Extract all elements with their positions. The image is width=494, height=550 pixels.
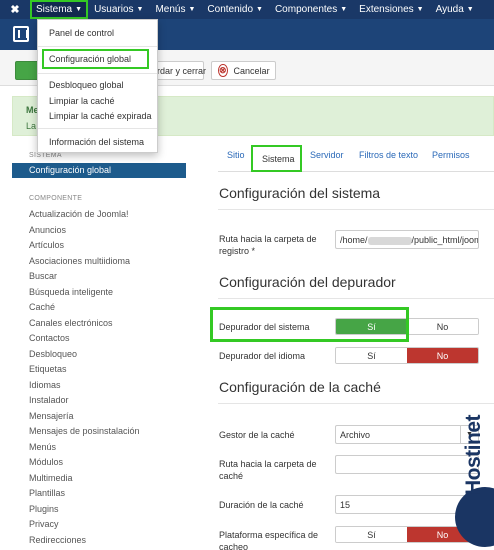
language-debug-yes[interactable]: Sí — [336, 348, 407, 363]
dropdown-item-desbloqueo-global[interactable]: Desbloqueo global — [49, 80, 124, 90]
sidebar-item[interactable]: Asociaciones multiidioma — [29, 256, 130, 266]
section-divider — [218, 298, 494, 299]
caret-down-icon: ▼ — [416, 6, 424, 13]
section-title-debug: Configuración del depurador — [219, 274, 396, 290]
sidebar-item[interactable]: Artículos — [29, 240, 64, 250]
cancel-icon: ⊗ — [218, 64, 228, 77]
language-debug-label: Depurador del idioma — [219, 351, 306, 361]
language-debug-toggle: Sí No — [335, 347, 479, 364]
sidebar-item[interactable]: Módulos — [29, 457, 63, 467]
tab-servidor[interactable]: Servidor — [310, 150, 344, 160]
caret-down-icon: ▼ — [256, 6, 263, 13]
sistema-dropdown-menu: Panel de control Configuración global De… — [37, 19, 158, 153]
cache-path-label: Ruta hacia la carpeta de caché — [219, 459, 317, 481]
menu-extensiones[interactable]: Extensiones ▼ — [353, 0, 429, 19]
dropdown-item-limpiar-cache-expirada[interactable]: Limpiar la caché expirada — [49, 111, 152, 121]
menu-componentes-label: Componentes — [274, 4, 338, 15]
dropdown-divider — [38, 73, 157, 74]
log-path-suffix: /public_html/joomla — [411, 235, 478, 245]
system-debug-no[interactable]: No — [407, 319, 478, 334]
sidebar-item[interactable]: Buscar — [29, 271, 57, 281]
cancel-button-label: Cancelar — [233, 65, 270, 76]
sidebar-header-sistema: SISTEMA — [29, 152, 62, 159]
tab-sitio[interactable]: Sitio — [227, 150, 245, 160]
sidebar-item[interactable]: Anuncios — [29, 225, 66, 235]
settings-page-icon — [13, 26, 29, 42]
cache-handler-value: Archivo — [340, 430, 371, 440]
sidebar-item[interactable]: Búsqueda inteligente — [29, 287, 113, 297]
sidebar-item[interactable]: Idiomas — [29, 380, 61, 390]
sidebar-item[interactable]: Multimedia — [29, 473, 73, 483]
sidebar-item[interactable]: Actualización de Joomla! — [29, 209, 129, 219]
cache-handler-select[interactable]: Archivo ▼ — [335, 425, 479, 444]
section-divider — [218, 209, 494, 210]
joomla-logo-icon[interactable]: ✖ — [0, 0, 30, 19]
tab-sistema-label: Sistema — [262, 154, 295, 164]
menu-ayuda[interactable]: Ayuda ▼ — [430, 0, 480, 19]
menu-componentes[interactable]: Componentes ▼ — [269, 0, 353, 19]
menu-contenido[interactable]: Contenido ▼ — [201, 0, 269, 19]
dropdown-divider — [38, 46, 157, 47]
cache-platform-yes[interactable]: Sí — [336, 527, 407, 542]
highlight-box — [210, 307, 409, 342]
language-debug-no[interactable]: No — [407, 348, 478, 363]
sidebar-header-componente: COMPONENTE — [29, 195, 83, 202]
dropdown-divider — [38, 128, 157, 129]
cache-platform-label: Plataforma específica de cacheo — [219, 530, 319, 550]
dropdown-item-informacion-sistema[interactable]: Información del sistema — [49, 137, 144, 147]
section-title-system: Configuración del sistema — [219, 185, 381, 201]
cache-time-label: Duración de la caché — [219, 500, 304, 510]
sidebar-item-configuracion-global[interactable]: Configuración global — [12, 163, 186, 178]
joomla-admin: ✖ Sistema ▼ Usuarios ▼ Menús ▼ Contenido ▼ C… — [0, 0, 494, 550]
menu-sistema[interactable]: Sistema ▼ — [30, 0, 89, 19]
menu-menus-label: Menús — [155, 4, 186, 15]
sidebar-item[interactable]: Privacy — [29, 519, 59, 529]
cache-path-input[interactable] — [335, 455, 479, 474]
menu-usuarios[interactable]: Usuarios ▼ — [88, 0, 149, 19]
sidebar-item[interactable]: Mensajería — [29, 411, 74, 421]
menu-ayuda-label: Ayuda — [435, 4, 464, 15]
watermark-logo: Hostinet — [462, 415, 485, 495]
sidebar-item[interactable]: Mensajes de posinstalación — [29, 426, 140, 436]
top-navbar: ✖ Sistema ▼ Usuarios ▼ Menús ▼ Contenido ▼ C… — [0, 0, 494, 19]
caret-down-icon: ▼ — [340, 6, 348, 13]
section-title-cache: Configuración de la caché — [219, 379, 381, 395]
caret-down-icon: ▼ — [466, 6, 474, 13]
sidebar-item[interactable]: Redirecciones — [29, 535, 86, 545]
tab-filtros-de-texto[interactable]: Filtros de texto — [359, 150, 418, 160]
sidebar-item[interactable]: Desbloqueo — [29, 349, 77, 359]
sidebar-item-label: Configuración global — [29, 165, 112, 175]
menu-sistema-label: Sistema — [36, 4, 73, 15]
highlight-box — [42, 49, 149, 69]
save-and-close-button[interactable]: rdar y cerrar — [150, 61, 206, 80]
menu-menus[interactable]: Menús ▼ — [149, 0, 201, 19]
caret-down-icon: ▼ — [188, 6, 196, 13]
sidebar-item[interactable]: Plantillas — [29, 488, 65, 498]
sidebar-item[interactable]: Instalador — [29, 395, 69, 405]
dropdown-item-panel-de-control[interactable]: Panel de control — [49, 28, 114, 38]
caret-down-icon: ▼ — [136, 6, 144, 13]
tab-permisos[interactable]: Permisos — [432, 150, 470, 160]
cancel-button[interactable]: ⊗ Cancelar — [211, 61, 276, 80]
sidebar-item[interactable]: Canales electrónicos — [29, 318, 113, 328]
message-text: La — [26, 121, 37, 131]
sidebar-item[interactable]: Caché — [29, 302, 55, 312]
log-path-input[interactable]: /home/ /public_html/joomla — [335, 230, 479, 249]
sidebar-item[interactable]: Plugins — [29, 504, 59, 514]
log-path-prefix: /home/ — [340, 235, 368, 245]
redacted-text — [367, 236, 412, 245]
menu-contenido-label: Contenido — [207, 4, 254, 15]
log-path-label: Ruta hacia la carpeta de registro * — [219, 234, 317, 256]
caret-down-icon: ▼ — [75, 6, 83, 13]
dropdown-item-limpiar-cache[interactable]: Limpiar la caché — [49, 96, 115, 106]
menu-extensiones-label: Extensiones — [359, 4, 414, 15]
cache-handler-label: Gestor de la caché — [219, 430, 295, 440]
tab-sistema[interactable]: Sistema — [251, 145, 302, 172]
sidebar-item[interactable]: Contactos — [29, 333, 70, 343]
menu-usuarios-label: Usuarios — [94, 4, 134, 15]
sidebar-item[interactable]: Etiquetas — [29, 364, 67, 374]
section-divider — [218, 403, 494, 404]
sidebar-item[interactable]: Menús — [29, 442, 56, 452]
